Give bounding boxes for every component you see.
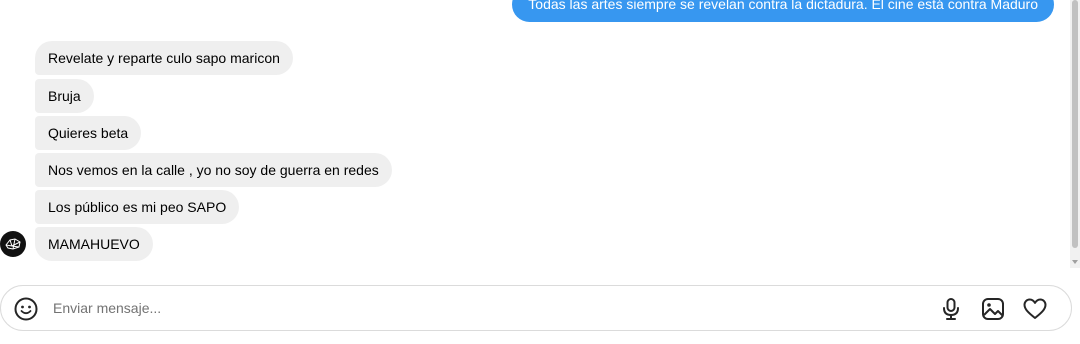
- incoming-message[interactable]: Revelate y reparte culo sapo maricon: [35, 41, 293, 75]
- avatar-logo-icon: [5, 238, 21, 250]
- heart-icon[interactable]: [1022, 296, 1048, 322]
- incoming-message[interactable]: MAMAHUEVO: [35, 227, 153, 261]
- image-icon[interactable]: [980, 296, 1006, 322]
- scrollbar-thumb[interactable]: [1072, 0, 1078, 248]
- message-composer: [0, 285, 1072, 331]
- emoji-icon[interactable]: [14, 297, 38, 321]
- sender-avatar[interactable]: [0, 231, 26, 257]
- scroll-down-arrow-icon[interactable]: [1072, 260, 1078, 264]
- message-thread[interactable]: Todas las artes siempre se revelan contr…: [0, 0, 1070, 268]
- incoming-message[interactable]: Quieres beta: [35, 116, 142, 150]
- chat-scrollbar[interactable]: [1070, 0, 1080, 268]
- incoming-message[interactable]: Los público es mi peo SAPO: [35, 190, 240, 224]
- outgoing-message[interactable]: Todas las artes siempre se revelan contr…: [512, 0, 1054, 22]
- microphone-icon[interactable]: [938, 296, 964, 322]
- incoming-message[interactable]: Nos vemos en la calle , yo no soy de gue…: [35, 153, 392, 187]
- message-input[interactable]: [53, 286, 913, 330]
- incoming-message[interactable]: Bruja: [35, 79, 94, 113]
